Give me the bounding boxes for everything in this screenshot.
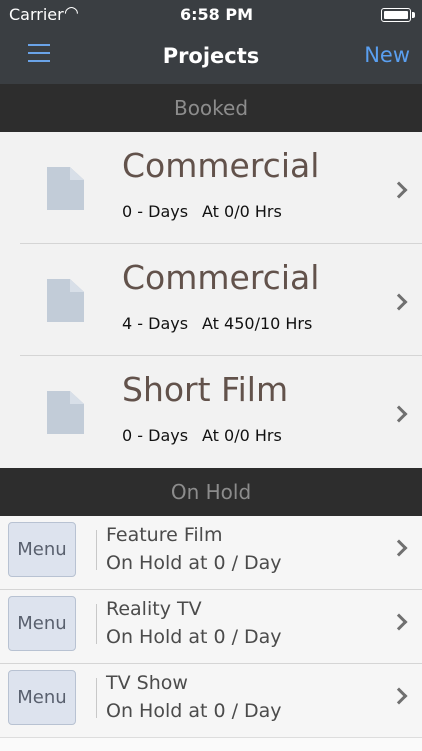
on-hold-row[interactable]: Menu Feature Film On Hold at 0 / Day [0,516,422,590]
new-button[interactable]: New [364,43,410,67]
project-row[interactable]: Commercial 4 - Days At 450/10 Hrs [0,244,422,356]
project-title: Commercial [122,146,320,185]
divider [96,678,97,718]
wifi-icon: ◠ [64,3,79,23]
document-icon [47,279,84,322]
project-row[interactable]: Short Film 0 - Days At 0/0 Hrs [0,356,422,468]
project-days: 0 - Days [122,426,189,445]
divider [96,604,97,644]
project-rate: At 450/10 Hrs [202,314,313,333]
chevron-right-icon [390,613,408,631]
project-rate: At 0/0 Hrs [202,202,282,221]
on-hold-row[interactable]: Menu Reality TV On Hold at 0 / Day [0,590,422,664]
project-status: On Hold at 0 / Day [106,700,282,722]
menu-button[interactable]: Menu [8,596,76,651]
page-title: Projects [162,44,260,68]
status-bar: Carrier ◠ 6:58 PM [0,0,422,30]
chevron-right-icon [390,405,408,423]
project-status: On Hold at 0 / Day [106,626,282,648]
navigation-bar: Projects New [0,30,422,84]
on-hold-row[interactable]: Menu TV Show On Hold at 0 / Day [0,664,422,738]
chevron-right-icon [390,181,408,199]
menu-button[interactable]: Menu [8,670,76,725]
menu-button[interactable]: Menu [8,522,76,577]
project-days: 0 - Days [122,202,189,221]
on-hold-list: Menu Feature Film On Hold at 0 / Day Men… [0,516,422,750]
project-title: TV Show [106,672,188,694]
battery-icon [381,8,415,22]
chevron-right-icon [390,539,408,557]
section-header-on-hold: On Hold [0,468,422,516]
project-rate: At 0/0 Hrs [202,426,282,445]
project-title: Short Film [122,370,289,409]
chevron-right-icon [390,293,408,311]
status-time: 6:58 PM [180,5,254,24]
project-days: 4 - Days [122,314,189,333]
chevron-right-icon [390,687,408,705]
project-title: Reality TV [106,598,202,620]
project-title: Feature Film [106,524,223,546]
bottom-bar [0,737,422,751]
document-icon [47,167,84,210]
project-status: On Hold at 0 / Day [106,552,282,574]
project-row[interactable]: Commercial 0 - Days At 0/0 Hrs [0,132,422,244]
section-header-booked: Booked [0,84,422,132]
carrier-label: Carrier [9,5,64,24]
project-title: Commercial [122,258,320,297]
divider [96,530,97,570]
document-icon [47,391,84,434]
booked-list: Commercial 0 - Days At 0/0 Hrs Commercia… [0,132,422,468]
